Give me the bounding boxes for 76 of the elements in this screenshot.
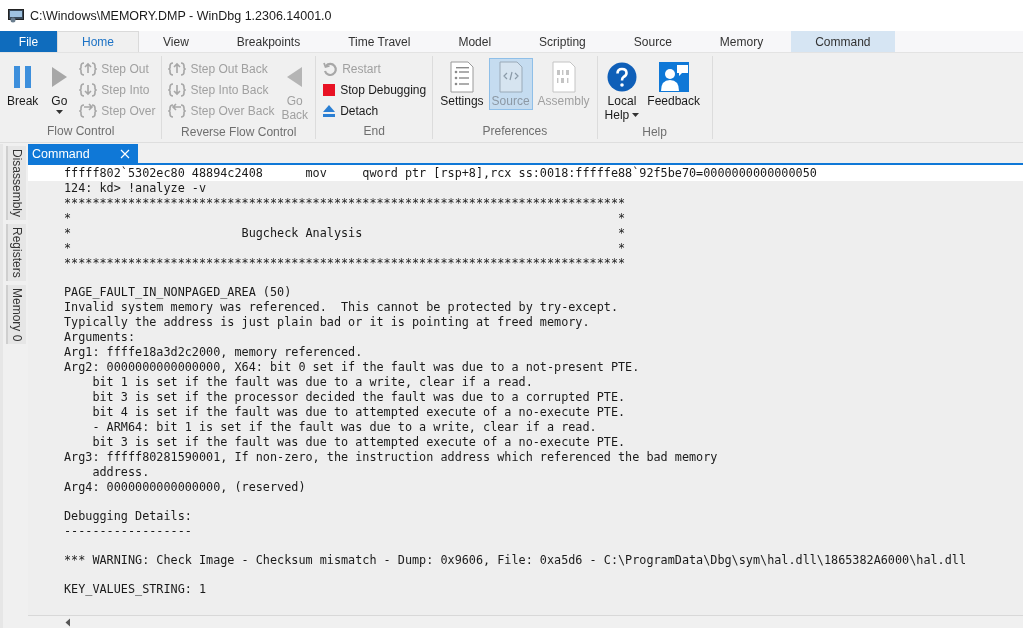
ribbon-button[interactable]: Local Help — [601, 58, 643, 124]
caret-icon — [55, 110, 63, 114]
eject-icon — [322, 103, 337, 118]
ribbon-button[interactable]: Stop Debugging — [320, 79, 429, 100]
output-line: PAGE_FAULT_IN_NONPAGED_AREA (50) — [64, 285, 292, 300]
ribbon-button[interactable]: Break — [4, 58, 42, 110]
output-text: * — [617, 226, 626, 241]
pause-icon — [11, 63, 34, 90]
file-menu-button[interactable]: File — [0, 31, 57, 52]
ribbon-tab[interactable]: View — [139, 31, 213, 52]
output-text: * — [64, 226, 72, 241]
app-icon — [8, 8, 24, 23]
feedback-icon — [658, 61, 689, 92]
ribbon-tab[interactable]: Time Travel — [324, 31, 435, 52]
group-label: Flow Control — [46, 123, 116, 139]
output-line: - ARM64: bit 1 is set if the fault was due to a write, clear if a read. — [91, 420, 597, 435]
output-line: Arg1: ffffe18a3d2c2000, memory referenced. — [64, 345, 363, 360]
stop-icon — [322, 82, 337, 97]
output-line: Arg4: 0000000000000000, (reserved) — [64, 480, 306, 495]
window-title: C:\Windows\MEMORY.DMP - WinDbg 1.2306.14001.0 — [30, 8, 332, 23]
close-icon[interactable] — [119, 148, 130, 159]
document-tab[interactable]: Command — [28, 144, 138, 163]
ribbon-button[interactable]: Settings — [437, 58, 487, 110]
output-line: Typically the address is just plain bad or it is pointing at freed memory. — [64, 315, 590, 330]
restart-icon — [322, 60, 339, 77]
output-line: ******************************************************************************* — [64, 196, 626, 211]
output-line: Arg2: 0000000000000000, X64: bit 0 set if the fault was due to a not-present PTE. — [64, 360, 640, 375]
output-line: 124: kd> !analyze -v — [64, 181, 207, 196]
output-line: Arg3: fffff80281590001, If non-zero, the instruction address which referenced the bad memory — [64, 450, 718, 465]
code-document-icon — [497, 60, 524, 93]
ribbon-tab[interactable]: Source — [609, 31, 696, 52]
output-text: * — [64, 211, 72, 226]
help-icon — [606, 61, 637, 92]
output-line: Arguments: — [64, 330, 136, 345]
output-line: *** WARNING: Check Image - Checksum mismatch - Dump: 0x9606, File: 0xa5d6 - C:\ProgramData\Dbg\sym\hal.dll\1865382A6000\hal.dll — [64, 553, 966, 568]
ribbon-tab[interactable]: Breakpoints — [212, 31, 325, 52]
ribbon-tab[interactable]: Home — [57, 31, 139, 52]
group-label: Reverse Flow Control — [180, 124, 298, 140]
side-tab[interactable]: Memory 0 — [5, 284, 26, 345]
output-line: ******************************************************************************* — [64, 256, 626, 271]
step-icon — [168, 101, 187, 120]
group-label: Preferences — [481, 123, 549, 139]
ribbon-button[interactable]: Go — [43, 58, 76, 116]
output-text: * — [64, 241, 72, 256]
output-line: address. — [91, 465, 150, 480]
binary-document-icon — [550, 60, 577, 93]
side-tab[interactable]: Disassembly — [5, 146, 26, 220]
side-tab[interactable]: Registers — [5, 224, 26, 281]
step-icon — [79, 59, 98, 78]
ribbon-tab[interactable]: Scripting — [515, 31, 610, 52]
ribbon-tab[interactable]: Memory — [695, 31, 788, 52]
output-text: * — [617, 211, 626, 226]
output-text: Bugcheck Analysis — [241, 226, 363, 241]
group-label: End — [362, 123, 386, 139]
output-line: bit 3 is set if the fault was due to attempted execute of a no-execute PTE. — [91, 435, 626, 450]
output-line: bit 3 is set if the processor decided the fault was due to a corrupted PTE. — [91, 390, 626, 405]
output-line: bit 1 is set if the fault was due to a write, clear if a read. — [91, 375, 533, 390]
step-icon — [168, 80, 187, 99]
step-icon — [168, 59, 187, 78]
ribbon-tab[interactable]: Model — [434, 31, 516, 52]
output-line: bit 4 is set if the fault was due to attempted execute of a no-execute PTE. — [91, 405, 626, 420]
ribbon-tab[interactable]: Command — [791, 31, 895, 52]
caret-icon — [632, 113, 640, 117]
output-line: KEY_VALUES_STRING: 1 — [64, 582, 207, 597]
step-icon — [79, 101, 98, 120]
output-text: * — [617, 241, 626, 256]
output-line: Debugging Details: — [64, 509, 192, 524]
output-line: Invalid system memory was referenced. This cannot be protected by try-except. — [64, 300, 618, 315]
horizontal-scrollbar[interactable] — [28, 615, 1023, 628]
scroll-left-icon[interactable] — [64, 617, 72, 627]
ribbon-button[interactable]: Feedback — [644, 58, 703, 110]
group-label: Help — [641, 124, 668, 140]
settings-document-icon — [448, 60, 475, 93]
step-icon — [79, 80, 98, 99]
output-line: ------------------ — [64, 524, 192, 539]
ribbon-button[interactable]: Detach — [320, 100, 429, 121]
